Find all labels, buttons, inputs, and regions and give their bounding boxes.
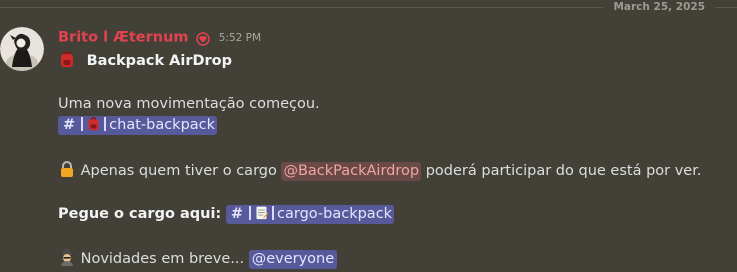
avatar-image [0, 27, 44, 71]
cargo-row: Pegue o cargo aqui: # cargo-backpack [58, 204, 395, 224]
author-name[interactable]: Brito l Æternum [58, 30, 189, 46]
role-mention-backpackairdrop[interactable]: @BackPackAirdrop [281, 162, 422, 181]
intro-text: Uma nova movimentação começou. [58, 96, 320, 112]
channel-hash-icon: # [230, 206, 243, 222]
message-title-row: Backpack AirDrop [58, 50, 232, 71]
channel-hash-icon: # [63, 117, 76, 133]
red-backpack-icon [58, 50, 76, 68]
channel-mention-chat-backpack[interactable]: # chat-backpack [58, 116, 218, 135]
message-title: Backpack AirDrop [86, 53, 233, 69]
message-timestamp[interactable]: 5:52 PM [219, 32, 261, 44]
detective-icon [58, 248, 76, 266]
red-heart-sparkle-icon[interactable] [195, 31, 210, 46]
channel-name: cargo-backpack [277, 206, 393, 222]
separator-bar [272, 206, 274, 220]
separator-bar [104, 117, 107, 131]
lock-icon [58, 160, 76, 178]
everyone-mention[interactable]: @everyone [248, 250, 338, 269]
role-text-after: poderá participar do que está por ver. [425, 163, 702, 179]
role-text-before: Apenas quem tiver o cargo [80, 163, 277, 179]
red-backpack-icon [86, 116, 101, 131]
channel-name: chat-backpack [109, 117, 216, 133]
news-row: Novidades em breve... @everyone [58, 248, 338, 269]
message: Brito l Æternum 5:52 PM Backpack AirDrop… [58, 27, 728, 269]
cargo-label: Pegue o cargo aqui: [58, 206, 222, 222]
news-text: Novidades em breve... [80, 251, 245, 267]
date-label: March 25, 2025 [603, 0, 715, 15]
date-divider: March 25, 2025 [0, 0, 737, 15]
message-header: Brito l Æternum 5:52 PM [58, 27, 728, 47]
memo-icon [254, 205, 269, 220]
channel-row-1: # chat-backpack [58, 115, 218, 135]
intro-row: Uma nova movimentação começou. [58, 94, 320, 114]
separator-bar [249, 206, 251, 220]
channel-mention-cargo-backpack[interactable]: # cargo-backpack [225, 205, 395, 224]
role-row: Apenas quem tiver o cargo @BackPackAirdr… [58, 160, 701, 181]
separator-bar [81, 117, 84, 131]
avatar[interactable] [0, 27, 44, 71]
